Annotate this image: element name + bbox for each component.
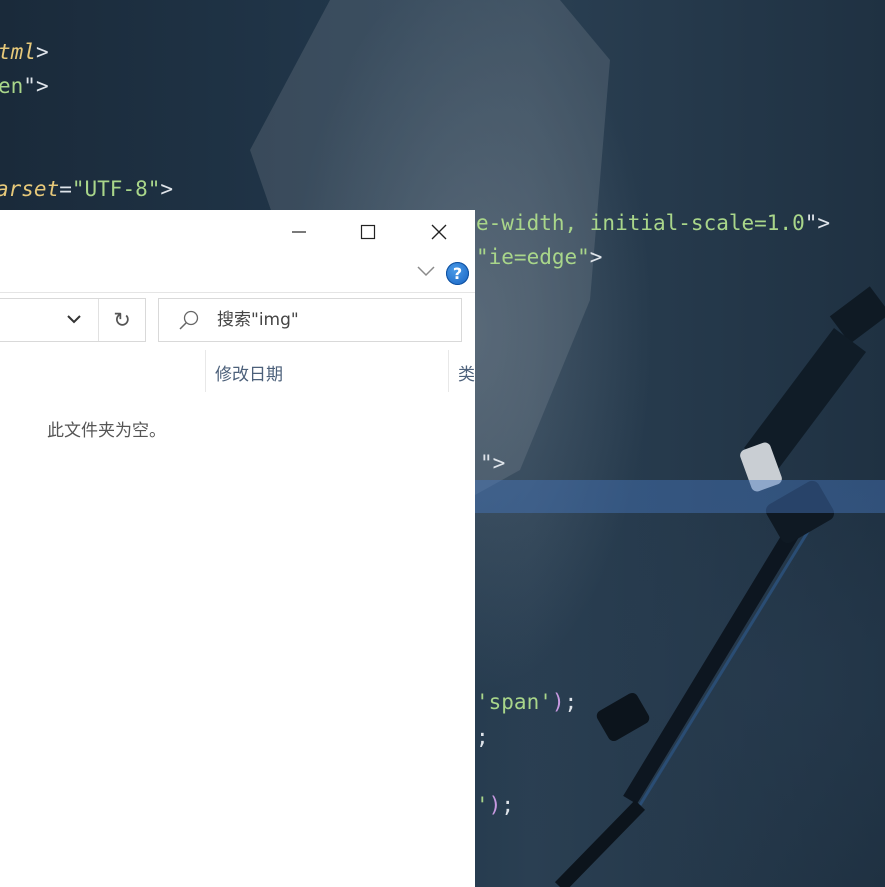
file-explorer-window: ? ↻ 修改日期 类 此文件夹为空。 xyxy=(0,210,475,887)
code-line: "ie=edge"> xyxy=(476,245,602,269)
code-token: ; xyxy=(476,725,489,749)
code-line: en"> xyxy=(0,74,49,98)
close-button[interactable] xyxy=(416,210,462,254)
column-header-modified-date[interactable]: 修改日期 xyxy=(215,360,283,385)
help-button[interactable]: ? xyxy=(446,262,469,285)
code-line: arset="UTF-8"> xyxy=(0,177,173,201)
code-token: 'span' xyxy=(476,690,552,714)
code-token: > xyxy=(35,40,49,64)
code-line: '); xyxy=(476,793,514,817)
code-token: "> xyxy=(23,74,49,98)
chevron-down-icon[interactable] xyxy=(65,313,83,327)
column-divider[interactable] xyxy=(448,350,449,392)
maximize-button[interactable] xyxy=(345,210,391,254)
code-token: ) xyxy=(488,793,502,817)
code-token: > xyxy=(160,177,174,201)
code-token: e-width, initial-scale=1.0 xyxy=(476,211,805,235)
code-line: e-width, initial-scale=1.0"> xyxy=(476,211,830,235)
column-divider[interactable] xyxy=(205,350,206,392)
maximize-icon xyxy=(360,224,376,240)
code-line: 'span'); xyxy=(476,690,577,714)
code-token: ; xyxy=(564,690,578,714)
code-token: tml xyxy=(0,40,36,64)
code-token: > xyxy=(589,245,603,269)
code-token: ' xyxy=(476,793,489,817)
column-header-type[interactable]: 类 xyxy=(458,360,475,385)
ribbon-separator xyxy=(0,292,475,293)
code-token: "> xyxy=(480,451,506,475)
help-icon: ? xyxy=(452,264,463,283)
empty-folder-message: 此文件夹为空。 xyxy=(47,421,166,441)
code-token: "UTF-8" xyxy=(71,177,161,201)
code-token: "ie=edge" xyxy=(476,245,590,269)
search-box[interactable] xyxy=(158,298,462,342)
chevron-down-icon[interactable] xyxy=(416,264,436,278)
minimize-icon xyxy=(292,231,306,233)
code-token: ) xyxy=(551,690,565,714)
search-icon xyxy=(179,310,199,330)
code-token: = xyxy=(59,177,72,201)
code-token: "> xyxy=(804,211,831,235)
search-input[interactable] xyxy=(217,299,447,341)
code-token: ; xyxy=(501,793,514,817)
code-line: ; xyxy=(476,725,489,749)
refresh-button[interactable]: ↻ xyxy=(99,299,145,341)
code-token: arset xyxy=(0,177,60,201)
code-line: tml> xyxy=(0,40,49,64)
refresh-icon: ↻ xyxy=(113,308,131,332)
code-token: en xyxy=(0,74,24,98)
code-line: "> xyxy=(480,451,505,475)
minimize-button[interactable] xyxy=(276,210,322,254)
address-bar[interactable]: ↻ xyxy=(0,298,146,342)
close-icon xyxy=(431,224,447,240)
